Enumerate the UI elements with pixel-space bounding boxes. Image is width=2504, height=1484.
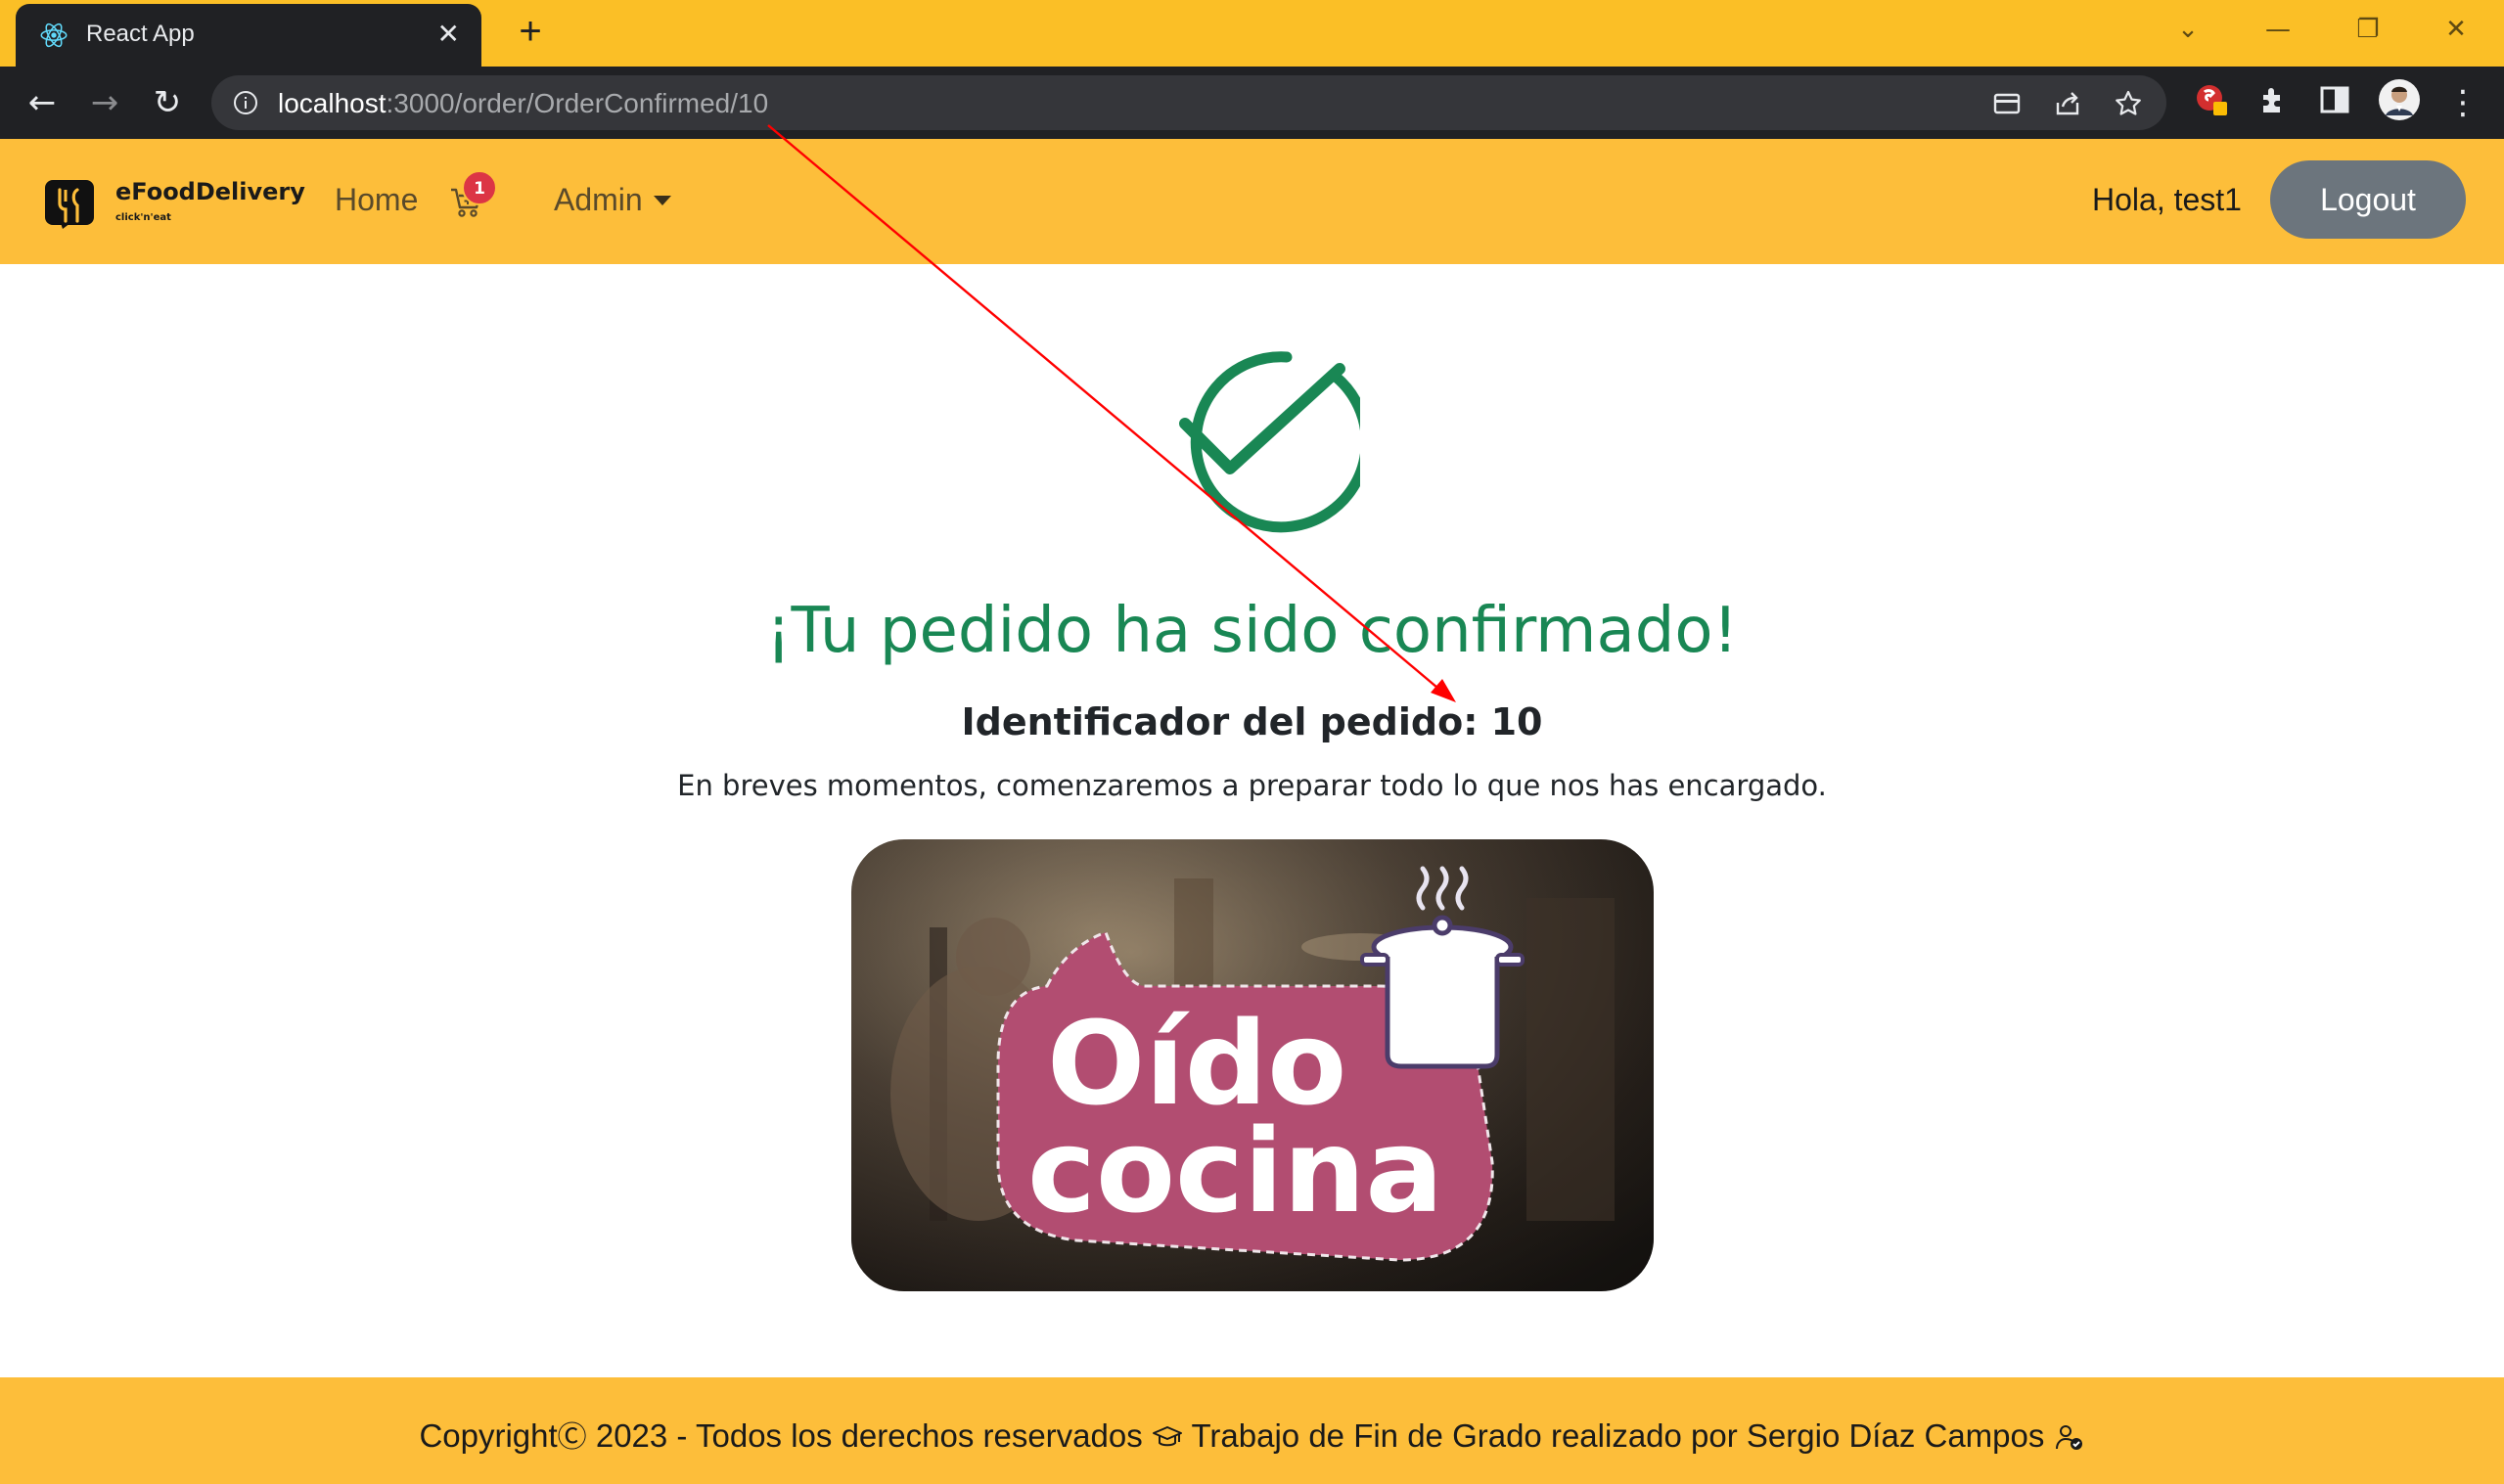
reload-icon[interactable]: ↻ bbox=[147, 82, 188, 123]
browser-tab[interactable]: React App ✕ bbox=[16, 4, 481, 67]
sidepanel-icon[interactable] bbox=[2317, 82, 2352, 117]
copyright-icon: Ⓒ bbox=[557, 1421, 587, 1454]
close-window-button[interactable]: ✕ bbox=[2429, 10, 2483, 49]
confirmation-title: ¡Tu pedido ha sido confirmado! bbox=[765, 595, 1739, 667]
menu-icon[interactable]: ⋮ bbox=[2442, 82, 2483, 123]
cart-count-badge: 1 bbox=[462, 170, 497, 205]
footer-text: CopyrightⒸ 2023 - Todos los derechos res… bbox=[0, 1413, 2504, 1456]
chevron-down-icon[interactable] bbox=[654, 196, 671, 205]
browser-toolbar: ← → ↻ localhost:3000/order/OrderConfirme… bbox=[0, 67, 2504, 139]
url-host: localhost bbox=[278, 88, 387, 118]
react-icon bbox=[40, 22, 68, 48]
extension-red-icon[interactable] bbox=[2194, 82, 2229, 117]
url-text[interactable]: localhost:3000/order/OrderConfirmed/10 bbox=[278, 88, 768, 119]
minimize-button[interactable]: — bbox=[2251, 10, 2305, 49]
restore-button[interactable]: ❐ bbox=[2341, 10, 2395, 49]
star-icon[interactable] bbox=[2114, 89, 2143, 118]
brand-tagline: click'n'eat bbox=[115, 212, 171, 223]
info-icon[interactable] bbox=[233, 90, 258, 115]
user-check-icon bbox=[2055, 1425, 2082, 1450]
oido-cocina-image: Oído cocina bbox=[851, 839, 1654, 1291]
cap-icon bbox=[1152, 1426, 1182, 1447]
browser-tabstrip: React App ✕ + ⌄ — ❐ ✕ bbox=[0, 0, 2504, 67]
address-bar[interactable]: localhost:3000/order/OrderConfirmed/10 bbox=[211, 75, 2166, 130]
order-message: En breves momentos, comenzaremos a prepa… bbox=[677, 769, 1827, 802]
footer-author: Trabajo de Fin de Grado realizado por Se… bbox=[1182, 1417, 2054, 1454]
profile-avatar[interactable] bbox=[2378, 78, 2421, 121]
logout-button[interactable]: Logout bbox=[2270, 160, 2466, 239]
app-navbar: eFoodDelivery click'n'eat Home 1 Admin H… bbox=[0, 139, 2504, 264]
new-tab-icon[interactable]: + bbox=[511, 12, 550, 51]
image-text-line2: cocina bbox=[1027, 1103, 1443, 1238]
nav-admin-dropdown[interactable]: Admin bbox=[554, 182, 643, 218]
nav-home-link[interactable]: Home bbox=[335, 182, 418, 218]
share-icon[interactable] bbox=[2053, 89, 2082, 118]
page-footer: CopyrightⒸ 2023 - Todos los derechos res… bbox=[0, 1377, 2504, 1484]
footer-copyright-label: Copyright bbox=[419, 1417, 558, 1454]
user-greeting: Hola, test1 bbox=[2092, 182, 2242, 217]
brand-logo-icon[interactable] bbox=[43, 178, 96, 231]
footer-rights: 2023 - Todos los derechos reservados bbox=[586, 1417, 1152, 1454]
order-identifier: Identificador del pedido: 10 bbox=[961, 700, 1543, 743]
url-path: :3000/order/OrderConfirmed/10 bbox=[386, 88, 769, 118]
tab-search-icon[interactable]: ⌄ bbox=[2161, 10, 2215, 49]
forward-icon[interactable]: → bbox=[84, 82, 125, 123]
kitchen-illustration: Oído cocina bbox=[851, 839, 1654, 1291]
card-icon[interactable] bbox=[1992, 89, 2022, 118]
check-circle-icon bbox=[1179, 351, 1360, 533]
back-icon[interactable]: ← bbox=[22, 82, 63, 123]
extensions-icon[interactable] bbox=[2256, 82, 2292, 117]
brand-name[interactable]: eFoodDelivery bbox=[115, 178, 305, 205]
tab-close-icon[interactable]: ✕ bbox=[437, 18, 460, 51]
tab-title: React App bbox=[86, 21, 195, 47]
